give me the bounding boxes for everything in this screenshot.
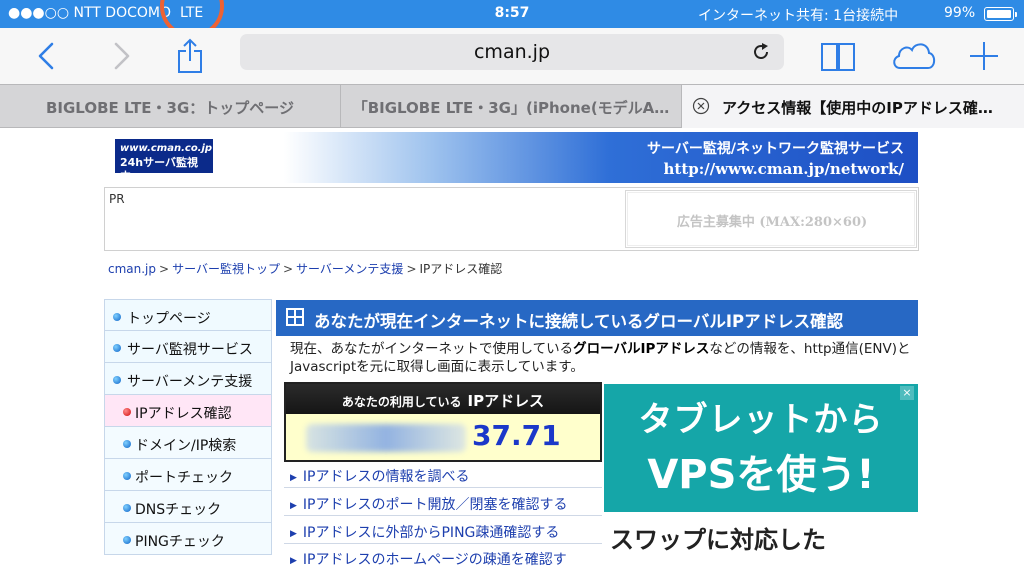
ad-slot[interactable]: 広告主募集中 (MAX:280×60) xyxy=(625,190,917,248)
pr-box: PR 広告主募集中 (MAX:280×60) xyxy=(104,187,919,251)
nav-item-label: ドメイン/IP検索 xyxy=(135,438,237,454)
browser-toolbar: cman.jp xyxy=(0,28,1024,84)
link-ping-check[interactable]: ▶ IPアドレスに外部からPING疎通確認する xyxy=(290,522,559,542)
nav-item-ping-check[interactable]: PINGチェック xyxy=(104,523,272,555)
link-label: IPアドレスのポート開放／閉塞を確認する xyxy=(302,497,568,513)
link-ip-info[interactable]: ▶ IPアドレスの情報を調べる xyxy=(290,466,470,486)
link-label: IPアドレスに外部からPING疎通確認する xyxy=(302,525,560,541)
nav-item-label: DNSチェック xyxy=(135,502,222,518)
vps-advertisement[interactable]: タブレットから VPSを使う! スワップに対応した × xyxy=(604,384,918,560)
link-label: IPアドレスの情報を調べる xyxy=(302,469,470,485)
bullet-icon xyxy=(113,344,121,352)
nav-item-label: ポートチェック xyxy=(135,470,233,486)
link-homepage-check[interactable]: ▶ IPアドレスのホームページの疎通を確認す xyxy=(290,549,567,569)
logo-line1: www.cman.co.jp xyxy=(120,143,213,154)
bullet-icon xyxy=(113,313,121,321)
side-nav: トップページ サーバ監視サービス サーバーメンテ支援 IPアドレス確認 ドメイン… xyxy=(104,299,272,555)
nav-item-domain-search[interactable]: ドメイン/IP検索 xyxy=(104,427,272,459)
bullet-icon xyxy=(113,376,121,384)
page-description: 現在、あなたがインターネットで使用しているグローバルIPアドレスなどの情報を、h… xyxy=(290,340,915,376)
site-logo[interactable]: www.cman.co.jp 24hサーバ監視中 xyxy=(115,139,213,183)
bullet-icon xyxy=(123,504,131,512)
bullet-icon xyxy=(123,472,131,480)
nav-item-label: トップページ xyxy=(127,311,211,327)
triangle-icon: ▶ xyxy=(290,556,297,566)
address-bar[interactable]: cman.jp xyxy=(240,34,784,70)
banner-url: http://www.cman.jp/network/ xyxy=(663,160,904,178)
nav-item-dns-check[interactable]: DNSチェック xyxy=(104,491,272,523)
status-bar: ●●●○○ NTT DOCOMO LTE 8:57 インターネット共有: 1台接… xyxy=(0,0,1024,28)
tab-biglobe-top[interactable]: BIGLOBE LTE・3G：トップページ xyxy=(0,85,341,128)
breadcrumb-current: IPアドレス確認 xyxy=(419,262,503,276)
nav-item-port-check[interactable]: ポートチェック xyxy=(104,459,272,491)
ad-subtext: スワップに対応した xyxy=(610,526,826,554)
nav-item-ip-check[interactable]: IPアドレス確認 xyxy=(104,395,272,427)
pr-label: PR xyxy=(109,192,125,206)
breadcrumb-separator: > xyxy=(282,262,294,276)
breadcrumb-maintenance[interactable]: サーバーメンテ支援 xyxy=(296,262,403,276)
battery-icon xyxy=(984,7,1017,21)
hotspot-status: インターネット共有: 1台接続中 xyxy=(698,8,899,24)
icloud-tabs-icon[interactable] xyxy=(890,36,936,76)
nav-item-monitoring[interactable]: サーバ監視サービス xyxy=(104,331,272,363)
banner-title: サーバー監視/ネットワーク監視サービス xyxy=(647,141,904,157)
nav-item-label: サーバーメンテ支援 xyxy=(127,374,253,390)
back-icon[interactable] xyxy=(28,36,68,76)
link-label: IPアドレスのホームページの疎通を確認す xyxy=(302,552,567,568)
nav-item-label: IPアドレス確認 xyxy=(135,406,232,422)
nav-item-maintenance[interactable]: サーバーメンテ支援 xyxy=(104,363,272,395)
site-banner[interactable]: www.cman.co.jp 24hサーバ監視中 サーバー監視/ネットワーク監視… xyxy=(105,132,918,183)
desc-text-1: 現在、あなたがインターネットで使用している xyxy=(290,341,574,357)
divider xyxy=(284,543,602,544)
nav-item-label: サーバ監視サービス xyxy=(127,342,253,358)
ad-headline-2: VPSを使う! xyxy=(647,452,875,498)
address-text: cman.jp xyxy=(473,41,551,63)
breadcrumb-monitoring[interactable]: サーバー監視トップ xyxy=(172,262,280,276)
tab-bar: BIGLOBE LTE・3G：トップページ 「BIGLOBE LTE・3G」(i… xyxy=(0,84,1024,128)
divider xyxy=(284,515,602,516)
bullet-icon xyxy=(123,408,131,416)
ip-panel-body: 37.71 xyxy=(286,414,600,460)
page-title: あなたが現在インターネットに接続しているグローバルIPアドレス確認 xyxy=(276,300,918,336)
logo-line2: 24hサーバ監視中 xyxy=(120,156,199,183)
link-port-check[interactable]: ▶ IPアドレスのポート開放／閉塞を確認する xyxy=(290,494,568,514)
tab-access-info[interactable]: アクセス情報【使用中のIPアドレス確… xyxy=(682,85,1024,128)
reload-icon[interactable] xyxy=(750,41,772,63)
close-tab-icon[interactable] xyxy=(692,97,710,115)
ip-panel-caption: あなたの利用している xyxy=(341,395,462,409)
ip-address-panel: あなたの利用している IPアドレス 37.71 xyxy=(284,382,602,462)
triangle-icon: ▶ xyxy=(290,529,297,539)
battery-percent: 99% xyxy=(944,5,976,21)
ad-headline-1: タブレットから xyxy=(638,400,884,440)
nav-item-top[interactable]: トップページ xyxy=(104,299,272,331)
ip-panel-header: あなたの利用している IPアドレス xyxy=(286,384,600,414)
new-tab-icon[interactable] xyxy=(964,36,1004,76)
breadcrumb-home[interactable]: cman.jp xyxy=(108,262,156,276)
share-icon[interactable] xyxy=(170,36,210,76)
triangle-icon: ▶ xyxy=(290,501,297,511)
tab-biglobe-iphone[interactable]: 「BIGLOBE LTE・3G」(iPhone(モデルA… xyxy=(341,85,682,128)
desc-bold: グローバルIPアドレス xyxy=(573,341,710,357)
forward-icon[interactable] xyxy=(100,36,140,76)
nav-item-label: PINGチェック xyxy=(135,534,225,550)
ip-address-blurred xyxy=(306,424,466,452)
ip-panel-heading: IPアドレス xyxy=(467,392,545,410)
ip-address-value: 37.71 xyxy=(472,419,561,452)
ad-slot-text: 広告主募集中 (MAX:280×60) xyxy=(676,215,868,230)
ad-close-icon[interactable]: × xyxy=(900,386,914,400)
breadcrumb-separator: > xyxy=(159,262,170,276)
bookmarks-icon[interactable] xyxy=(818,36,858,76)
web-content: www.cman.co.jp 24hサーバ監視中 サーバー監視/ネットワーク監視… xyxy=(0,128,1024,568)
page-title-text: あなたが現在インターネットに接続しているグローバルIPアドレス確認 xyxy=(314,312,844,331)
triangle-icon: ▶ xyxy=(290,473,297,483)
breadcrumb: cman.jp > サーバー監視トップ > サーバーメンテ支援 > IPアドレス確認 xyxy=(108,260,518,278)
bullet-icon xyxy=(123,536,131,544)
bullet-icon xyxy=(123,440,131,448)
breadcrumb-separator: > xyxy=(406,262,417,276)
divider xyxy=(284,487,602,488)
window-icon xyxy=(286,308,304,326)
